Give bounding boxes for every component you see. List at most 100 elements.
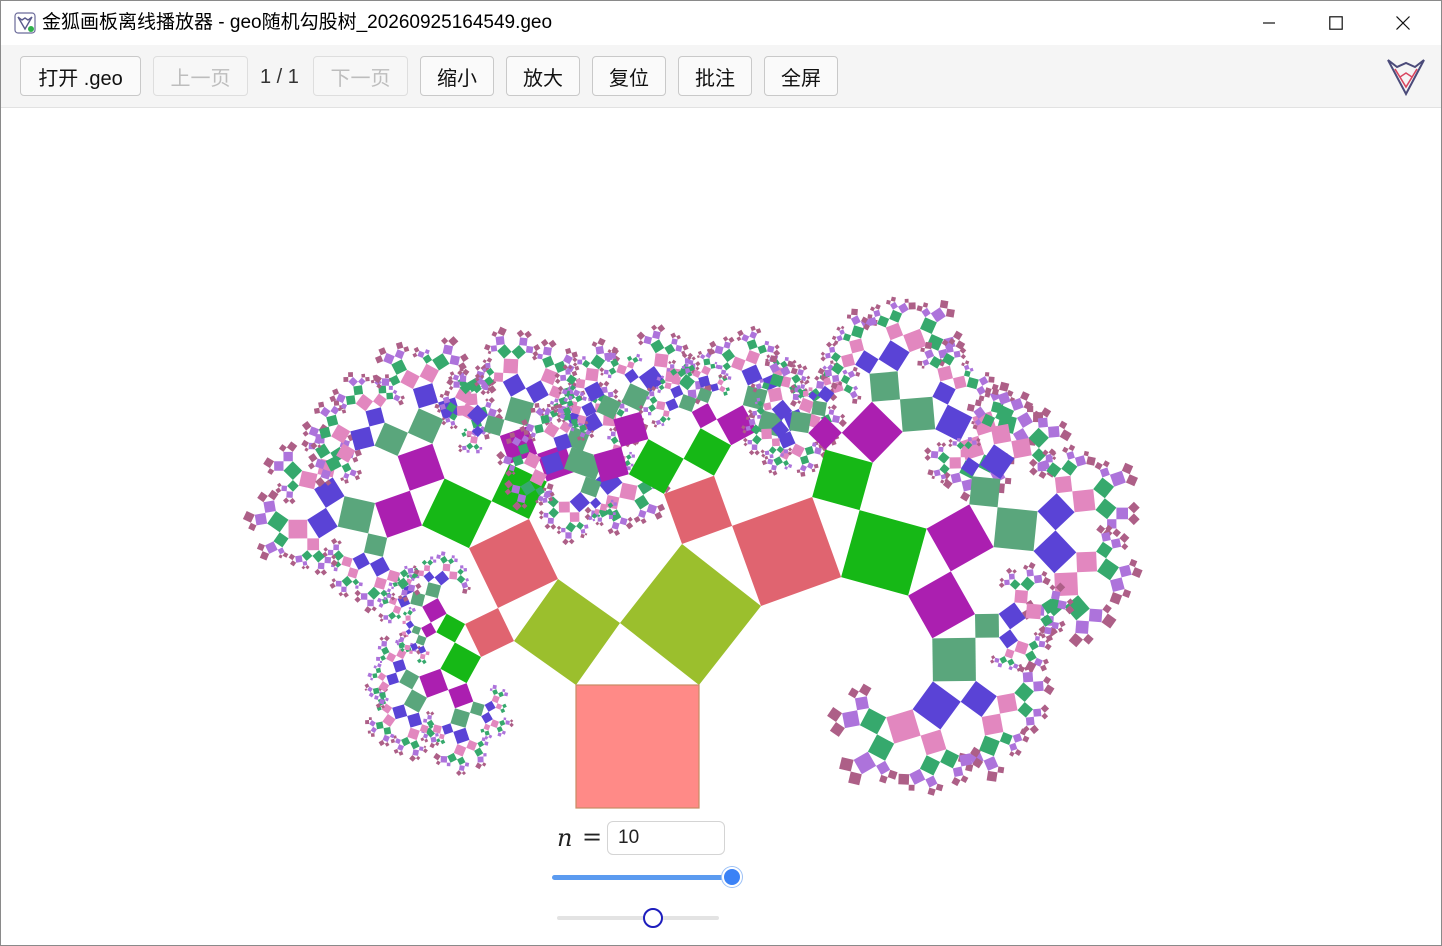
close-button[interactable]: [1370, 1, 1436, 45]
prev-page-button[interactable]: 上一页: [153, 56, 248, 96]
tree-square-depth-7: [355, 393, 373, 412]
tree-square-depth-10: [426, 710, 431, 715]
angle-slider-thumb[interactable]: [643, 908, 663, 928]
tree-square-depth-9: [492, 684, 497, 690]
tree-square-depth-9: [636, 353, 641, 358]
tree-square-depth-8: [287, 480, 299, 492]
n-value-input[interactable]: 10: [607, 821, 725, 855]
tree-square-depth-7: [616, 364, 627, 375]
angle-slider-track[interactable]: [557, 916, 719, 920]
tree-square-depth-9: [784, 357, 789, 361]
tree-square-depth-10: [743, 437, 748, 443]
tree-square-depth-10: [1083, 450, 1089, 457]
tree-square-depth-9: [360, 593, 368, 600]
tree-square-depth-10: [1129, 558, 1138, 568]
fullscreen-button[interactable]: 全屏: [764, 56, 838, 96]
tree-square-depth-10: [886, 299, 891, 305]
tree-square-depth-10: [337, 540, 342, 545]
tree-square-depth-9: [505, 720, 510, 725]
tree-square-depth-9: [720, 369, 727, 375]
tree-square-depth-8: [473, 443, 480, 450]
tree-square-depth-10: [354, 475, 360, 481]
tree-square-depth-10: [966, 403, 975, 412]
tree-square-depth-10: [917, 360, 923, 366]
tree-square-depth-10: [318, 401, 325, 408]
tree-square-depth-9: [592, 518, 596, 522]
maximize-button[interactable]: [1303, 1, 1369, 45]
tree-square-depth-7: [298, 470, 318, 490]
tree-square-depth-9: [646, 503, 658, 515]
tree-square-depth-5: [869, 371, 900, 402]
tree-square-depth-10: [813, 463, 819, 469]
tree-square-depth-9: [788, 463, 793, 469]
tree-square-depth-9: [412, 749, 419, 756]
tree-square-depth-10: [301, 439, 309, 448]
geo-canvas[interactable]: [1, 108, 1441, 945]
tree-square-depth-10: [931, 475, 935, 480]
tree-square-depth-10: [846, 314, 852, 319]
tree-square-depth-6: [412, 383, 439, 409]
tree-square-depth-10: [429, 742, 436, 749]
tree-square-depth-10: [509, 719, 514, 723]
tree-square-depth-10: [556, 417, 562, 423]
tree-square-depth-10: [458, 448, 463, 453]
tree-square-depth-8: [447, 558, 455, 565]
tree-square-depth-10: [879, 774, 888, 784]
depth-slider-track[interactable]: [552, 875, 732, 880]
tree-square-depth-10: [257, 491, 268, 503]
tree-square-depth-9: [358, 377, 366, 386]
tree-square-depth-10: [242, 511, 255, 523]
tree-square-depth-9: [265, 541, 278, 554]
tree-square-depth-2: [732, 497, 842, 606]
tree-square-depth-10: [1043, 676, 1052, 685]
reset-view-button[interactable]: 复位: [592, 56, 666, 96]
tree-square-depth-7: [490, 719, 500, 728]
tree-square-depth-10: [256, 543, 265, 552]
tree-square-depth-10: [413, 346, 420, 353]
tree-square-depth-8: [920, 317, 937, 334]
tree-square-depth-9: [1109, 470, 1126, 487]
tree-square-depth-8: [1017, 702, 1034, 718]
zoom-out-button[interactable]: 缩小: [420, 56, 494, 96]
tree-square-depth-9: [1009, 742, 1018, 752]
tree-square-depth-10: [998, 582, 1005, 588]
tree-square-depth-8: [380, 589, 388, 597]
tree-square-depth-9: [433, 559, 437, 563]
tree-square-depth-1: [620, 544, 761, 685]
open-geo-button[interactable]: 打开 .geo: [20, 56, 141, 96]
tree-square-depth-10: [1014, 749, 1022, 756]
tree-square-depth-7: [920, 729, 947, 756]
tree-square-depth-8: [783, 460, 789, 467]
annotate-button[interactable]: 批注: [678, 56, 752, 96]
tree-square-depth-10: [748, 449, 755, 456]
tree-square-depth-8: [937, 452, 950, 464]
zoom-in-button[interactable]: 放大: [506, 56, 580, 96]
tree-square-depth-10: [627, 516, 633, 522]
tree-square-depth-9: [783, 449, 788, 454]
tree-square-depth-4: [613, 411, 649, 447]
depth-slider-thumb[interactable]: [722, 867, 742, 887]
tree-square-depth-7: [382, 713, 396, 727]
tree-square-depth-9: [393, 394, 401, 402]
tree-square-depth-10: [308, 462, 315, 470]
tree-square-depth-9: [1066, 451, 1075, 460]
next-page-button[interactable]: 下一页: [313, 56, 408, 96]
tree-square-depth-9: [842, 369, 848, 375]
tree-square-depth-9: [367, 686, 373, 693]
tree-square-depth-7: [885, 322, 904, 341]
tree-square-depth-10: [530, 407, 536, 413]
tree-square-depth-10: [484, 434, 490, 440]
tree-square-depth-9: [655, 419, 662, 426]
minimize-button[interactable]: [1236, 1, 1302, 45]
tree-square-depth-6: [502, 373, 526, 397]
tree-square-depth-8: [800, 455, 810, 465]
tree-square-depth-9: [477, 756, 484, 763]
tree-square-depth-9: [1033, 708, 1042, 717]
tree-square-depth-9: [383, 596, 387, 601]
tree-square-depth-10: [1006, 567, 1013, 574]
tree-square-depth-9: [1037, 417, 1048, 428]
tree-square-depth-10: [354, 596, 361, 603]
tree-square-depth-10: [544, 523, 551, 530]
tree-square-depth-9: [976, 385, 986, 396]
tree-square-depth-9: [582, 396, 587, 401]
